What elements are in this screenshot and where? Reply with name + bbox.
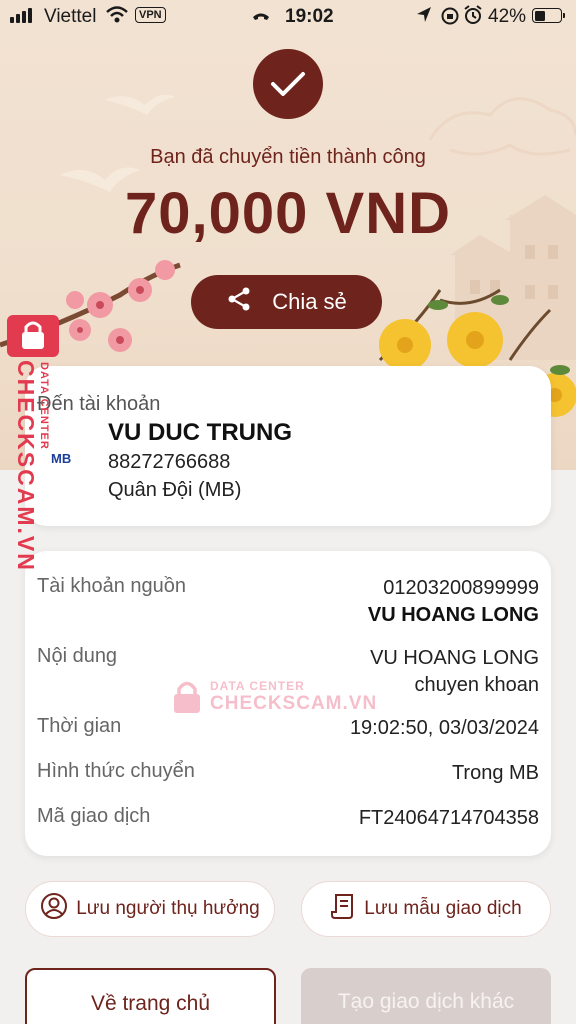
alarm-icon bbox=[462, 4, 484, 32]
success-message: Bạn đã chuyển tiền thành công bbox=[150, 146, 426, 168]
success-check-icon bbox=[253, 49, 323, 119]
status-bar: Viettel VPN 19:02 42% bbox=[0, 0, 576, 32]
battery-icon bbox=[532, 8, 565, 23]
save-template-label: Lưu mẫu giao dịch bbox=[364, 898, 522, 919]
watermark-lock-icon bbox=[7, 315, 59, 357]
recipient-bank: Quân Đội (MB) bbox=[108, 479, 242, 501]
save-template-button[interactable]: Lưu mẫu giao dịch bbox=[301, 881, 551, 937]
detail-label: Hình thức chuyển bbox=[37, 760, 195, 782]
carrier-name: Viettel bbox=[44, 6, 97, 27]
save-beneficiary-label: Lưu người thụ hưởng bbox=[76, 898, 260, 919]
detail-label: Thời gian bbox=[37, 715, 122, 737]
transfer-amount: 70,000 VND bbox=[125, 181, 451, 246]
save-beneficiary-button[interactable]: Lưu người thụ hưởng bbox=[25, 881, 275, 937]
wifi-icon bbox=[105, 3, 129, 31]
battery-level bbox=[534, 10, 545, 21]
call-icon bbox=[250, 5, 272, 33]
detail-value: 19:02:50, 03/03/2024 bbox=[349, 717, 539, 739]
detail-label: Nội dung bbox=[37, 645, 118, 667]
watermark-brand: CHECKSCAM.VN bbox=[210, 693, 378, 714]
watermark-center: DATA CENTER CHECKSCAM.VN bbox=[172, 672, 376, 718]
watermark-brand: CHECKSCAM.VN bbox=[13, 360, 39, 572]
share-icon bbox=[226, 286, 252, 318]
receipt-icon bbox=[330, 892, 356, 926]
recipient-name: VU DUC TRUNG bbox=[108, 419, 292, 446]
share-label: Chia sẻ bbox=[272, 289, 347, 314]
rotation-lock-icon bbox=[440, 5, 460, 33]
user-circle-icon bbox=[40, 892, 68, 926]
watermark-data-center: DATA CENTER bbox=[38, 362, 50, 450]
detail-label: Tài khoản nguồn bbox=[37, 575, 187, 597]
detail-value: Trong MB bbox=[451, 762, 539, 784]
vpn-badge: VPN bbox=[135, 7, 166, 23]
share-button[interactable]: Chia sẻ bbox=[191, 275, 382, 329]
signal-icon bbox=[10, 8, 32, 23]
new-transaction-button[interactable]: Tạo giao dịch khác bbox=[301, 968, 551, 1024]
clock: 19:02 bbox=[285, 6, 334, 27]
detail-value: VU HOANG LONG chuyen khoan bbox=[370, 645, 539, 699]
watermark-data-center: DATA CENTER bbox=[210, 679, 305, 693]
detail-value: 01203200899999 VU HOANG LONG bbox=[368, 575, 539, 629]
watermark-side: CHECKSCAM.VN DATA CENTER bbox=[4, 312, 64, 572]
location-icon bbox=[415, 4, 433, 32]
content-line-1: VU HOANG LONG bbox=[370, 647, 539, 669]
home-button[interactable]: Về trang chủ bbox=[25, 968, 276, 1024]
recipient-card: Đến tài khoản MB VU DUC TRUNG 8827276668… bbox=[25, 366, 551, 526]
battery-percent: 42% bbox=[488, 6, 527, 27]
detail-value: FT24064714704358 bbox=[358, 807, 539, 829]
source-account-number: 01203200899999 bbox=[383, 577, 539, 599]
source-account-name: VU HOANG LONG bbox=[367, 604, 539, 626]
watermark-lock-icon bbox=[172, 680, 202, 714]
content-line-2: chuyen khoan bbox=[414, 674, 539, 696]
detail-label: Mã giao dịch bbox=[37, 805, 151, 827]
recipient-account: 88272766688 bbox=[108, 451, 231, 473]
